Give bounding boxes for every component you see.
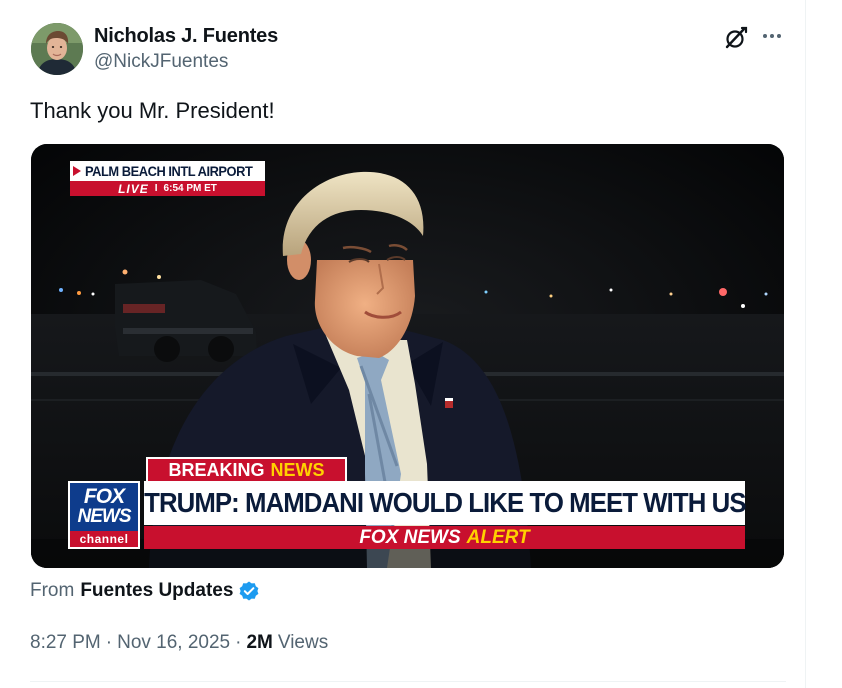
news-word: NEWS (270, 459, 325, 480)
alert-brand: FOX NEWS (359, 526, 461, 548)
verified-badge-icon (238, 580, 260, 602)
more-options-button[interactable] (758, 22, 786, 50)
alert-bar: FOX NEWS ALERT (144, 526, 745, 549)
meta-separator: · (235, 632, 242, 653)
source-attribution: From Fuentes Updates (30, 580, 260, 602)
bottom-divider (30, 681, 786, 682)
tweet-metadata: 8:27 PM · Nov 16, 2025 · 2M Views (30, 632, 328, 654)
author-name[interactable]: Nicholas J. Fuentes (94, 25, 278, 48)
author-avatar[interactable] (31, 23, 83, 75)
source-name-link[interactable]: Fuentes Updates (80, 580, 233, 602)
more-icon (763, 34, 781, 38)
tweet-text: Thank you Mr. President! (30, 98, 275, 123)
headline-chyron: TRUMP: MAMDANI WOULD LIKE TO MEET WITH U… (143, 481, 746, 525)
meta-separator: · (105, 632, 113, 653)
fox-news-logo: FOX NEWS channel (68, 481, 140, 549)
source-prefix: From (30, 580, 75, 601)
tweet-card: Nicholas J. Fuentes @NickJFuentes Thank … (0, 0, 806, 688)
breaking-word: BREAKING (168, 459, 265, 480)
grok-icon[interactable] (722, 24, 750, 52)
tweet-time[interactable]: 8:27 PM (30, 632, 101, 654)
breaking-news-tab: BREAKING NEWS (146, 457, 347, 481)
alert-word: ALERT (466, 526, 530, 548)
location-banner: PALM BEACH INTL AIRPORT LIVE I 6:54 PM E… (70, 161, 265, 198)
tweet-video[interactable]: PALM BEACH INTL AIRPORT LIVE I 6:54 PM E… (31, 144, 784, 568)
live-separator: I (154, 183, 158, 194)
logo-fox-text: FOX (83, 485, 125, 508)
headline-text: TRUMP: MAMDANI WOULD LIKE TO MEET WITH U… (143, 487, 746, 518)
logo-news-text: NEWS (77, 506, 132, 527)
logo-channel-text: channel (70, 531, 138, 547)
views-count: 2M (246, 632, 273, 653)
play-triangle-icon (73, 166, 81, 176)
right-rail (806, 0, 842, 688)
author-handle[interactable]: @NickJFuentes (94, 51, 228, 73)
tweet-date[interactable]: Nov 16, 2025 (117, 632, 230, 654)
live-label: LIVE (118, 181, 149, 196)
views-label: Views (277, 632, 329, 653)
broadcast-time: 6:54 PM ET (163, 183, 217, 194)
location-text: PALM BEACH INTL AIRPORT (85, 163, 253, 179)
